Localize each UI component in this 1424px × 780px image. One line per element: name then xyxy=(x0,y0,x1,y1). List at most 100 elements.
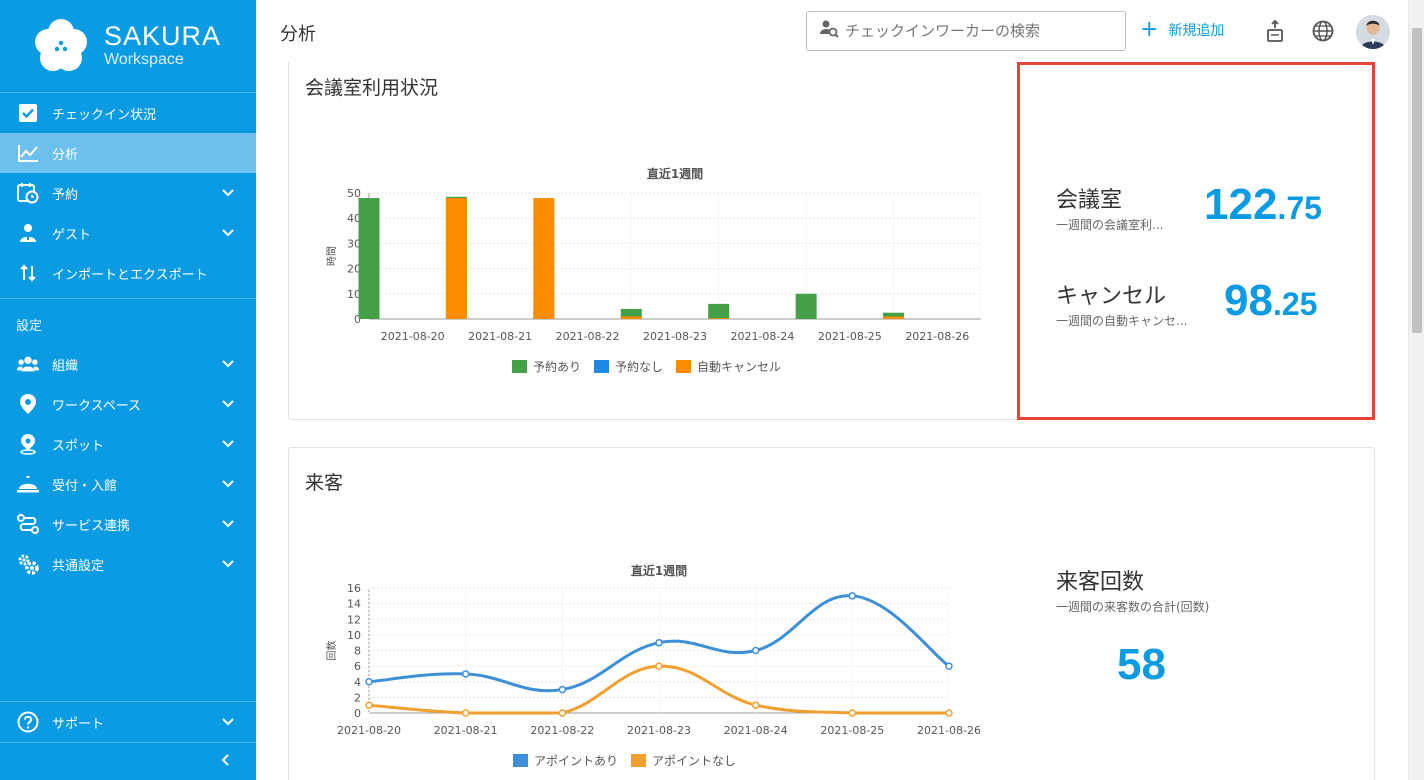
chevron-down-icon[interactable] xyxy=(220,225,236,241)
calendar-clock-icon xyxy=(17,182,39,204)
visitor-count-value: 58 xyxy=(1117,640,1166,690)
y-tick-label: 4 xyxy=(354,676,361,689)
x-tick-label: 2021-08-24 xyxy=(730,330,794,343)
search-input[interactable] xyxy=(845,22,1115,40)
legend-label: 予約あり xyxy=(533,359,581,374)
gears-icon xyxy=(17,553,39,575)
nav-item-service-integration[interactable]: サービス連携 xyxy=(0,504,256,544)
chevron-left-icon xyxy=(219,752,233,771)
data-point xyxy=(365,678,373,686)
x-tick-label: 2021-08-23 xyxy=(627,724,691,737)
bar xyxy=(445,198,467,319)
data-point xyxy=(751,646,760,655)
nav-label: 予約 xyxy=(52,187,79,203)
nav-label: サポート xyxy=(52,716,105,732)
worker-search[interactable] xyxy=(806,11,1126,51)
y-tick-label: 10 xyxy=(347,629,361,642)
brand-sub: Workspace xyxy=(104,51,184,68)
brand[interactable]: SAKURA Workspace xyxy=(0,0,256,93)
nav-item-workspace[interactable]: ワークスペース xyxy=(0,384,256,424)
y-tick-label: 14 xyxy=(347,598,361,611)
user-avatar[interactable] xyxy=(1356,15,1390,49)
globe-icon[interactable] xyxy=(1311,19,1335,43)
checkbox-icon xyxy=(17,102,39,124)
nav-item-checkin-status[interactable]: チェックイン状況 xyxy=(0,93,256,133)
guest-icon xyxy=(17,222,39,244)
bar xyxy=(883,316,905,319)
data-point xyxy=(848,709,857,717)
data-point xyxy=(655,662,663,670)
top-bar: 分析 + 新規追加 xyxy=(256,0,1408,62)
nav-label: インポートとエクスポート xyxy=(52,267,208,283)
sidebar-bottom: サポート xyxy=(0,701,256,780)
nav-divider xyxy=(0,298,256,299)
nav-label: チェックイン状況 xyxy=(52,107,157,123)
nav-label: 受付・入館 xyxy=(52,478,118,494)
stat-desc: 一週間の来客数の合計(回数) xyxy=(1056,600,1210,614)
legend-swatch xyxy=(676,360,691,373)
y-tick-label: 0 xyxy=(354,707,361,720)
add-new-button[interactable]: + 新規追加 xyxy=(1140,17,1224,42)
scroll-thumb[interactable] xyxy=(1412,28,1422,333)
nav-item-reception[interactable]: 受付・入館 xyxy=(0,464,256,504)
nav-item-import-export[interactable]: インポートとエクスポート xyxy=(0,253,256,293)
service-bell-icon xyxy=(17,473,39,495)
legend-label: アポイントなし xyxy=(652,754,736,768)
nav-label: 分析 xyxy=(52,147,79,163)
chevron-down-icon[interactable] xyxy=(220,356,236,372)
stat-title: 来客回数 xyxy=(1056,570,1145,595)
sign-out-icon[interactable] xyxy=(1263,19,1287,43)
sidebar: SAKURA Workspace チェックイン状況 分析 予約 ゲスト インポー… xyxy=(0,0,256,780)
data-point xyxy=(461,709,470,717)
chevron-down-icon[interactable] xyxy=(220,516,236,532)
x-tick-label: 2021-08-23 xyxy=(643,330,707,343)
x-tick-label: 2021-08-22 xyxy=(530,724,594,737)
nav-item-spot[interactable]: スポット xyxy=(0,424,256,464)
legend-swatch xyxy=(512,360,527,373)
chart-title: 直近1週間 xyxy=(631,563,687,578)
data-point xyxy=(848,592,857,600)
legend-swatch xyxy=(631,754,646,767)
highlight-box xyxy=(1017,62,1375,420)
visitors-title: 来客 xyxy=(305,472,344,494)
legend-label: アポイントあり xyxy=(534,754,618,768)
x-tick-label: 2021-08-26 xyxy=(917,724,981,737)
chevron-down-icon[interactable] xyxy=(220,556,236,572)
nav-item-support[interactable]: サポート xyxy=(0,702,256,742)
nav-label: 組織 xyxy=(52,358,79,374)
main-nav: チェックイン状況 分析 予約 ゲスト インポートとエクスポート xyxy=(0,93,256,293)
collapse-sidebar-button[interactable] xyxy=(0,742,256,780)
nav-item-guests[interactable]: ゲスト xyxy=(0,213,256,253)
y-tick-label: 6 xyxy=(354,660,361,673)
chevron-down-icon[interactable] xyxy=(220,396,236,412)
nav-item-common-settings[interactable]: 共通設定 xyxy=(0,544,256,584)
page-title: 分析 xyxy=(280,24,316,45)
chevron-down-icon[interactable] xyxy=(220,714,236,730)
y-tick-label: 16 xyxy=(347,582,361,595)
chevron-down-icon[interactable] xyxy=(220,476,236,492)
integration-icon xyxy=(17,513,39,535)
chevron-down-icon[interactable] xyxy=(220,185,236,201)
nav-item-organization[interactable]: 組織 xyxy=(0,344,256,384)
nav-item-reservations[interactable]: 予約 xyxy=(0,173,256,213)
x-tick-label: 2021-08-25 xyxy=(820,724,884,737)
legend-label: 予約なし xyxy=(615,359,663,374)
x-tick-label: 2021-08-25 xyxy=(818,330,882,343)
data-point xyxy=(751,701,760,709)
meeting-room-bar-chart: 直近1週間01020304050時間2021-08-20 2021-08-21 20… xyxy=(326,166,982,374)
data-point xyxy=(365,701,373,709)
visitors-line-chart: 直近1週間 0 2 4 6 8 10 12 14 16 回数 2021-08-20 2021-08-21… xyxy=(325,563,981,768)
x-tick-label: 2021-08-24 xyxy=(724,724,788,737)
page-scrollbar[interactable] xyxy=(1408,0,1424,780)
plus-icon: + xyxy=(1140,17,1159,42)
swap-vertical-icon xyxy=(17,262,39,284)
nav-label: 共通設定 xyxy=(52,558,105,574)
nav-item-analytics[interactable]: 分析 xyxy=(0,133,256,173)
group-icon xyxy=(17,353,39,375)
settings-nav: 組織 ワークスペース スポット 受付・入館 サービス連携 共通設定 xyxy=(0,344,256,584)
data-point xyxy=(945,709,953,717)
x-tick-label: 2021-08-26 xyxy=(905,330,969,343)
bar xyxy=(708,303,730,319)
sakura-logo-icon xyxy=(32,17,90,75)
chevron-down-icon[interactable] xyxy=(220,436,236,452)
